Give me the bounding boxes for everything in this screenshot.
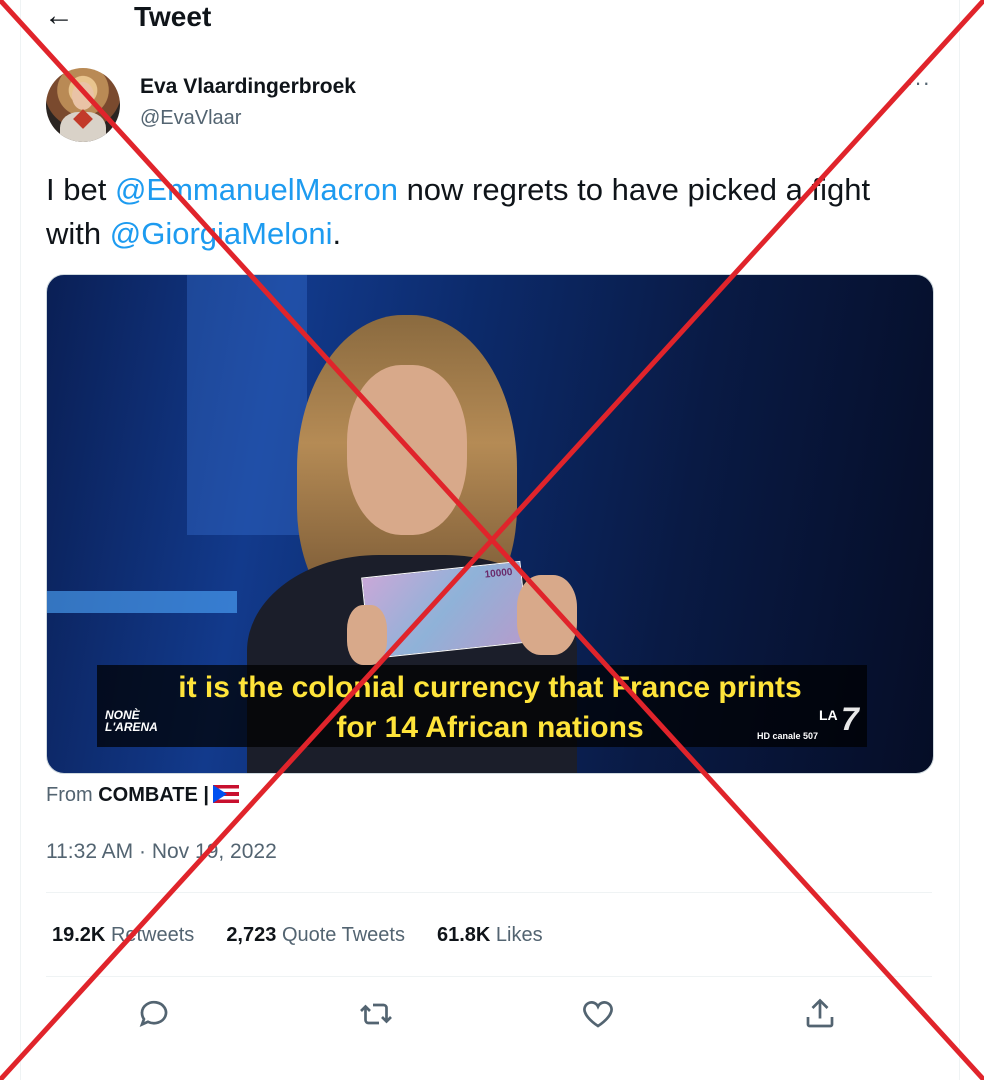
- banknote-value: 10000: [484, 566, 513, 581]
- retweet-icon[interactable]: [358, 996, 398, 1036]
- avatar-face: [72, 82, 94, 110]
- studio-light-band: [47, 591, 237, 613]
- tweet-timestamp[interactable]: 11:32 AM · Nov 19, 2022: [46, 840, 277, 864]
- video-source: From COMBATE |: [46, 784, 240, 807]
- quote-tweets-label: Quote Tweets: [281, 924, 405, 946]
- show-logo-line: L'ARENA: [105, 720, 158, 734]
- share-icon[interactable]: [802, 996, 842, 1036]
- avatar[interactable]: [46, 68, 120, 142]
- back-arrow-icon[interactable]: ←: [44, 0, 74, 34]
- reply-icon[interactable]: [136, 996, 176, 1036]
- channel-logo-text: LA: [819, 707, 838, 723]
- author-handle[interactable]: @EvaVlaar: [140, 107, 241, 130]
- likes-stat[interactable]: 61.8K Likes: [437, 924, 543, 947]
- source-account-link[interactable]: COMBATE |: [98, 784, 209, 806]
- tweet-actions: [46, 996, 932, 1036]
- channel-info: HD canale 507: [757, 731, 819, 741]
- retweets-count: 19.2K: [52, 924, 106, 946]
- channel-logo: LA 7 HD canale 507: [757, 699, 885, 745]
- tweet-text-part: .: [332, 216, 342, 251]
- mention-link[interactable]: @GiorgiaMeloni: [110, 216, 333, 251]
- flag-icon: [213, 785, 240, 803]
- page-title: Tweet: [134, 1, 212, 32]
- like-heart-icon[interactable]: [580, 996, 620, 1036]
- retweets-stat[interactable]: 19.2K Retweets: [52, 924, 194, 947]
- divider: [46, 892, 932, 893]
- source-prefix: From: [46, 784, 93, 806]
- mention-link[interactable]: @EmmanuelMacron: [115, 172, 398, 207]
- tweet-stats: 19.2K Retweets 2,723 Quote Tweets 61.8K …: [52, 924, 543, 947]
- speaker-hand: [347, 605, 387, 665]
- speaker-hand: [517, 575, 577, 655]
- quote-tweets-stat[interactable]: 2,723 Quote Tweets: [226, 924, 405, 947]
- page-header: ← Tweet: [0, 0, 984, 36]
- show-logo: NONÈ L'ARENA: [105, 709, 158, 733]
- tweet-text: I bet @EmmanuelMacron now regrets to hav…: [46, 168, 926, 256]
- quote-tweets-count: 2,723: [226, 924, 277, 946]
- likes-label: Likes: [495, 924, 543, 946]
- more-options-icon[interactable]: ···: [906, 70, 931, 96]
- speaker-face: [347, 365, 467, 535]
- channel-logo-number: 7: [841, 701, 859, 737]
- retweets-label: Retweets: [110, 924, 195, 946]
- studio-light: [187, 275, 307, 535]
- tweet-video[interactable]: 10000 it is the colonial currency that F…: [46, 274, 934, 774]
- tweet-text-part: I bet: [46, 172, 115, 207]
- author-name[interactable]: Eva Vlaardingerbroek: [140, 75, 356, 99]
- divider: [46, 976, 932, 977]
- likes-count: 61.8K: [436, 924, 491, 946]
